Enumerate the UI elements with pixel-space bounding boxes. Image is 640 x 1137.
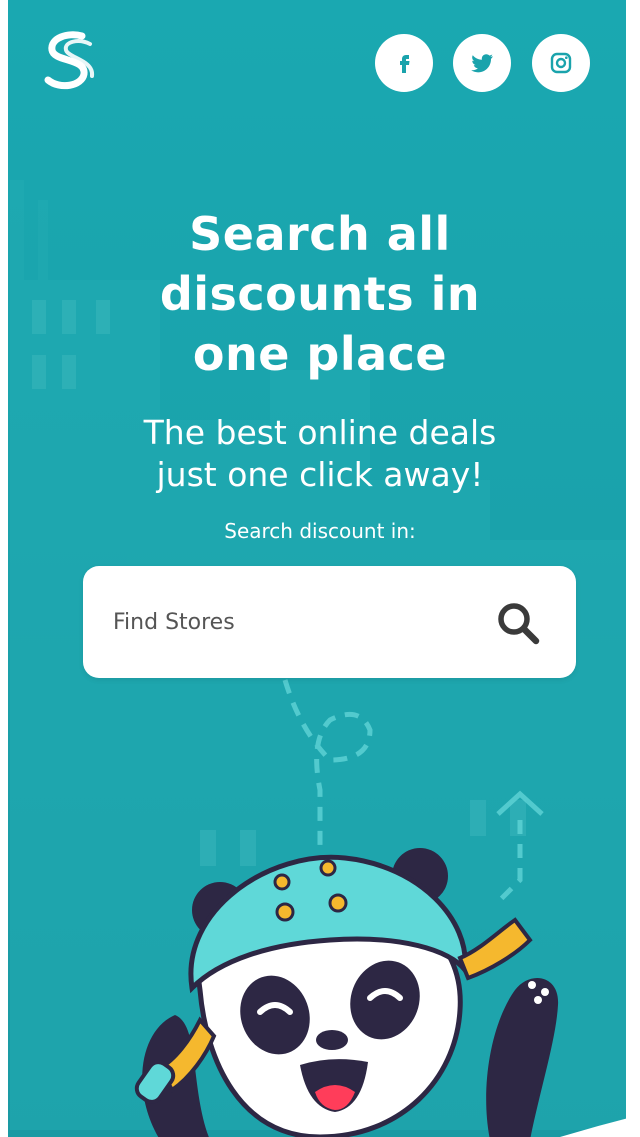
landing-page: Search all discounts in one place The be…: [0, 0, 640, 1137]
bottom-wave-decoration: [560, 1115, 640, 1137]
page-right-edge: [626, 0, 640, 1137]
page-left-edge: [0, 0, 8, 1137]
